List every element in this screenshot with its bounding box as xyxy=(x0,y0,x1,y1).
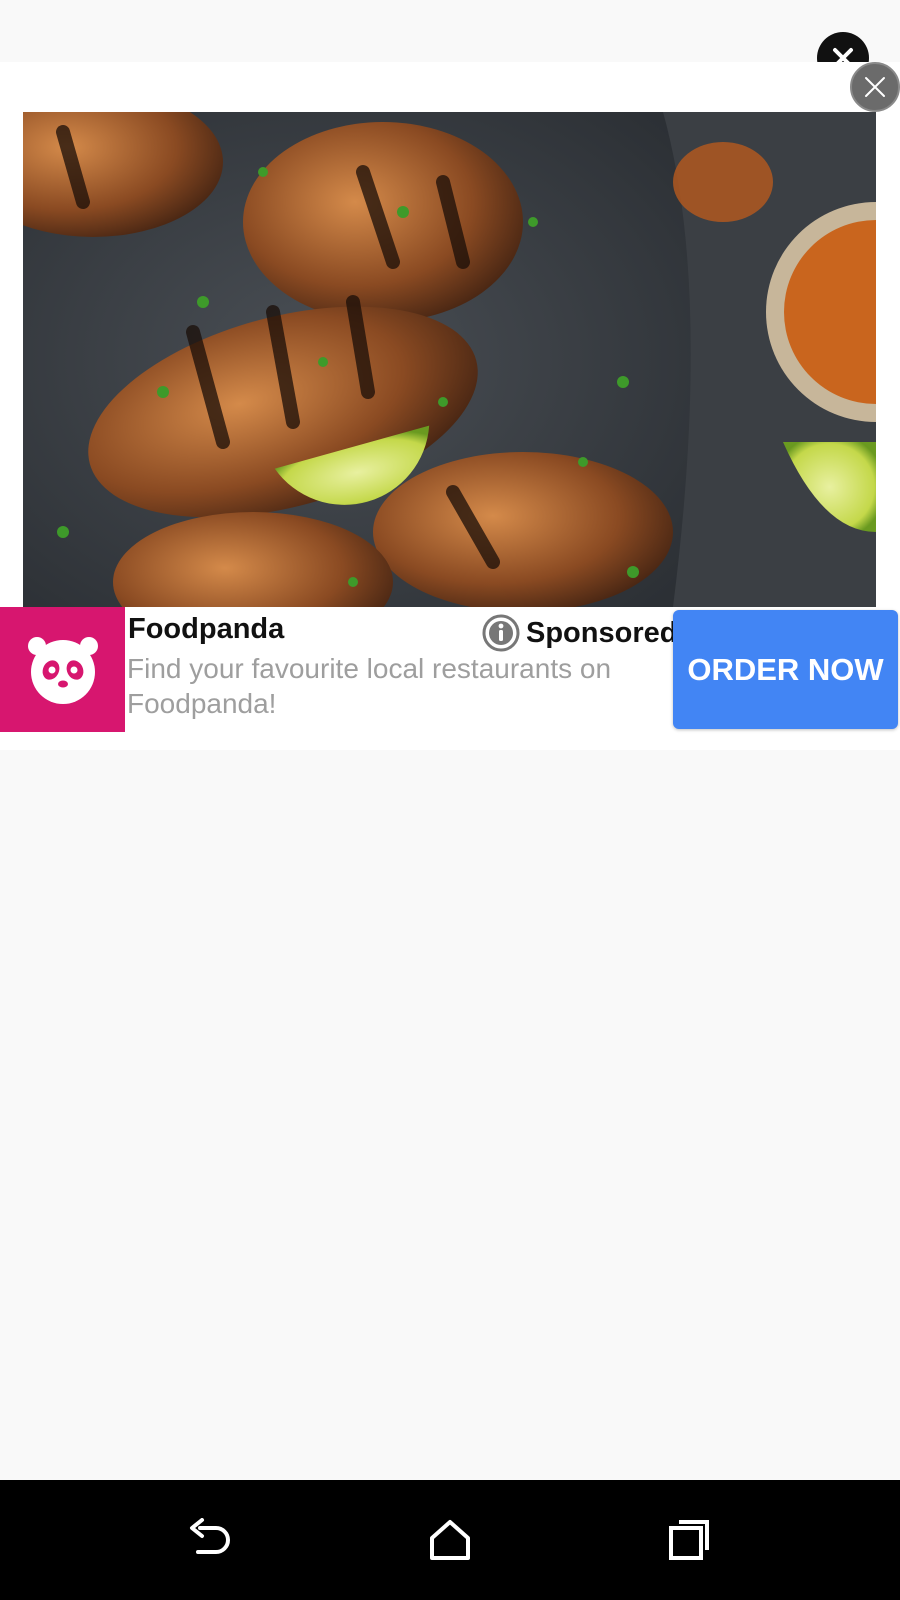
sponsored-badge[interactable]: Sponsored xyxy=(482,613,677,653)
recents-button[interactable] xyxy=(660,1510,720,1570)
food-photo xyxy=(23,112,876,607)
back-icon xyxy=(190,1518,230,1554)
recents-icon xyxy=(669,1520,709,1560)
interstitial-ad: Foodpanda Sponsored Find your favourite … xyxy=(0,62,900,750)
close-icon xyxy=(865,77,885,97)
panda-icon xyxy=(27,636,98,704)
order-now-button[interactable]: ORDER NOW xyxy=(673,610,898,729)
ad-image[interactable] xyxy=(23,112,876,607)
info-icon xyxy=(482,614,520,652)
ad-footer: Foodpanda Sponsored Find your favourite … xyxy=(0,607,900,732)
sponsored-label: Sponsored xyxy=(526,616,678,649)
ad-close-button[interactable] xyxy=(850,62,900,112)
home-button[interactable] xyxy=(420,1510,480,1570)
home-icon xyxy=(430,1520,470,1560)
advertiser-name[interactable]: Foodpanda xyxy=(128,613,284,646)
ad-description: Find your favourite local restaurants on… xyxy=(127,653,612,719)
back-button[interactable] xyxy=(180,1510,240,1570)
system-navigation-bar xyxy=(0,1480,900,1600)
advertiser-logo[interactable] xyxy=(0,607,125,732)
